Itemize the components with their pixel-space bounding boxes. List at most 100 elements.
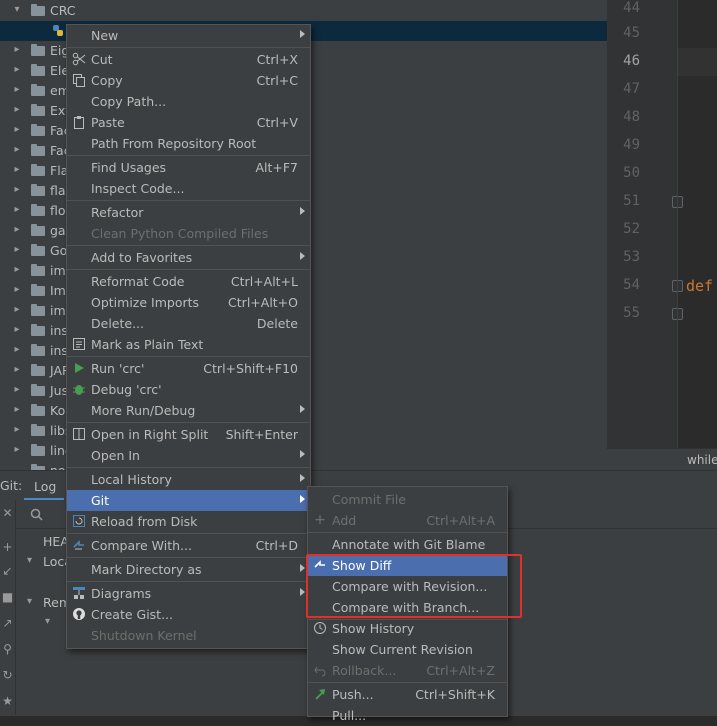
submenu-arrow-icon (300, 564, 305, 572)
chevron-right-icon[interactable]: ▸ (12, 84, 22, 96)
menu-item-shortcut: Ctrl+D (255, 538, 298, 553)
code-editor[interactable]: 44 45 46 47 48 49 50 51 52 53 54 55 (607, 0, 717, 470)
chevron-right-icon[interactable]: ▸ (12, 404, 22, 416)
folder-icon (31, 404, 45, 416)
chevron-right-icon[interactable]: ▸ (12, 444, 22, 456)
menu-item-reload-from-disk[interactable]: Reload from Disk (67, 511, 310, 532)
line-number: 50 (623, 165, 640, 181)
chevron-right-icon[interactable]: ▸ (12, 304, 22, 316)
chevron-right-icon[interactable]: ▸ (12, 204, 22, 216)
menu-item-delete[interactable]: Delete... Delete (67, 313, 310, 334)
chevron-right-icon[interactable]: ▸ (12, 44, 22, 56)
menu-item-paste[interactable]: Paste Ctrl+V (67, 112, 310, 133)
menu-item-create-gist[interactable]: Create Gist... (67, 604, 310, 625)
menu-item-label: New (91, 28, 119, 43)
menu-item-open-in[interactable]: Open In (67, 445, 310, 466)
menu-separator (67, 356, 310, 357)
menu-item-open-in-right-split[interactable]: Open in Right Split Shift+Enter (67, 424, 310, 445)
menu-item-more-run-debug[interactable]: More Run/Debug (67, 400, 310, 421)
search-icon[interactable]: ⚲ (1, 642, 14, 656)
menu-item-compare-with[interactable]: Compare With... Ctrl+D (67, 535, 310, 556)
folder-icon (31, 364, 45, 376)
chevron-right-icon[interactable]: ▸ (12, 124, 22, 136)
chevron-right-icon[interactable]: ▸ (12, 104, 22, 116)
editor-breadcrumb[interactable]: while (607, 448, 717, 471)
menu-item-cut[interactable]: Cut Ctrl+X (67, 49, 310, 70)
chevron-down-icon[interactable]: ▾ (27, 596, 32, 607)
submenu-arrow-icon (300, 450, 305, 458)
menu-item-shortcut: Ctrl+C (256, 73, 298, 88)
menu-item-add-to-favorites[interactable]: Add to Favorites (67, 247, 310, 268)
menu-item-inspect-code[interactable]: Inspect Code... (67, 178, 310, 199)
close-icon[interactable]: ✕ (1, 506, 14, 520)
chevron-right-icon[interactable]: ▸ (12, 164, 22, 176)
menu-item-new[interactable]: New (67, 25, 310, 46)
menu-item-mark-as-plain-text[interactable]: Mark as Plain Text (67, 334, 310, 355)
menu-item-show-current-revision[interactable]: Show Current Revision (308, 639, 507, 660)
chevron-right-icon[interactable]: ▸ (12, 284, 22, 296)
menu-item-git[interactable]: Git (67, 490, 310, 511)
menu-item-label: Clean Python Compiled Files (91, 226, 269, 241)
star-icon[interactable]: ★ (1, 694, 14, 708)
menu-item-mark-directory-as[interactable]: Mark Directory as (67, 559, 310, 580)
chevron-right-icon[interactable]: ▸ (12, 64, 22, 76)
chevron-down-icon[interactable]: ▾ (45, 616, 50, 627)
delete-icon[interactable]: ■ (1, 590, 14, 604)
submenu-arrow-icon (300, 474, 305, 482)
branch-head[interactable]: HEA (43, 534, 69, 549)
chevron-right-icon[interactable]: ▸ (12, 364, 22, 376)
chevron-right-icon[interactable]: ▸ (12, 144, 22, 156)
chevron-right-icon[interactable]: ▸ (12, 224, 22, 236)
fetch-icon[interactable]: ↗ (1, 616, 14, 630)
submenu-arrow-icon (300, 495, 305, 503)
menu-separator (67, 467, 310, 468)
menu-item-find-usages[interactable]: Find Usages Alt+F7 (67, 157, 310, 178)
chevron-right-icon[interactable]: ▸ (12, 184, 22, 196)
chevron-down-icon[interactable]: ▾ (27, 555, 32, 566)
menu-item-reformat-code[interactable]: Reformat Code Ctrl+Alt+L (67, 271, 310, 292)
menu-item-label: Add to Favorites (91, 250, 193, 265)
chevron-right-icon[interactable]: ▸ (12, 324, 22, 336)
menu-item-label: Local History (91, 472, 172, 487)
chevron-right-icon[interactable]: ▸ (12, 344, 22, 356)
tree-item-crc[interactable]: ▾ CRC (0, 1, 607, 21)
menu-item-pull[interactable]: Pull... (308, 705, 507, 726)
folder-icon (31, 344, 45, 356)
tab-log[interactable]: Log (24, 472, 64, 500)
breadcrumb-item[interactable]: while (687, 453, 717, 467)
checkout-icon[interactable]: ↙ (1, 564, 14, 578)
folder-icon (31, 244, 45, 256)
menu-item-local-history[interactable]: Local History (67, 469, 310, 490)
menu-item-path-from-repo-root[interactable]: Path From Repository Root (67, 133, 310, 154)
tree-item-label: Im (50, 283, 66, 298)
menu-item-diagrams[interactable]: Diagrams (67, 583, 310, 604)
chevron-right-icon[interactable]: ▸ (12, 264, 22, 276)
menu-item-shortcut: Ctrl+Shift+F10 (203, 361, 298, 376)
chevron-right-icon[interactable]: ▸ (12, 424, 22, 436)
menu-separator (67, 422, 310, 423)
context-menu: New Cut Ctrl+X Copy Ctrl+C Copy Path... Pa… (66, 24, 311, 649)
plain-text-icon (73, 338, 85, 350)
menu-item-debug[interactable]: Debug 'crc' (67, 379, 310, 400)
chevron-down-icon[interactable]: ▾ (12, 4, 22, 16)
menu-item-label: Open In (91, 448, 140, 463)
menu-item-shortcut: Ctrl+Alt+O (228, 295, 298, 310)
menu-item-optimize-imports[interactable]: Optimize Imports Ctrl+Alt+O (67, 292, 310, 313)
folder-icon (31, 284, 45, 296)
menu-item-copy[interactable]: Copy Ctrl+C (67, 70, 310, 91)
menu-item-copy-path[interactable]: Copy Path... (67, 91, 310, 112)
line-number: 52 (623, 221, 640, 237)
plus-icon[interactable]: + (1, 540, 14, 554)
tree-item-label: Go (50, 243, 68, 258)
menu-item-show-history[interactable]: Show History (308, 618, 507, 639)
menu-item-refactor[interactable]: Refactor (67, 202, 310, 223)
menu-item-label: Create Gist... (91, 607, 174, 622)
refresh-icon[interactable]: ↻ (1, 668, 14, 682)
chevron-right-icon[interactable]: ▸ (12, 384, 22, 396)
menu-item-label: Path From Repository Root (91, 136, 257, 151)
menu-item-annotate-git-blame[interactable]: Annotate with Git Blame (308, 534, 507, 555)
copy-icon (73, 74, 85, 87)
menu-item-push[interactable]: Push... Ctrl+Shift+K (308, 684, 507, 705)
menu-item-run[interactable]: Run 'crc' Ctrl+Shift+F10 (67, 358, 310, 379)
chevron-right-icon[interactable]: ▸ (12, 244, 22, 256)
